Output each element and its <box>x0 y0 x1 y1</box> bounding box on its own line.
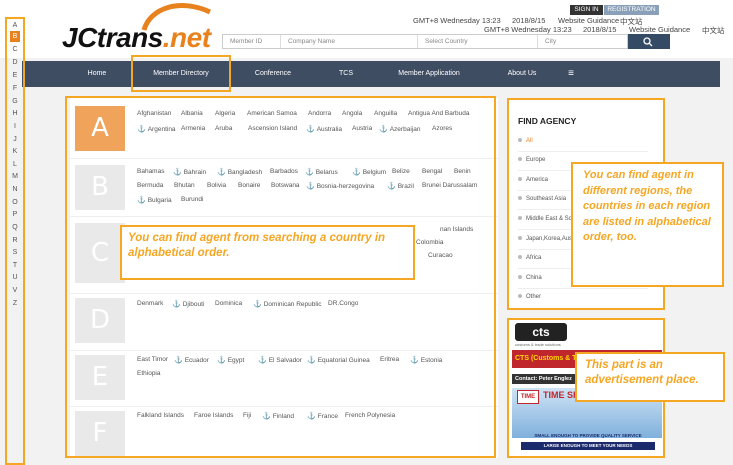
main-navigation: Home Member Directory Conference TCS Mem… <box>22 61 720 87</box>
alphabet-letter-t[interactable]: T <box>10 260 20 271</box>
member-directory-highlight <box>131 55 231 92</box>
alphabet-letter-b[interactable]: B <box>10 31 20 42</box>
company-name-input[interactable]: Company Name <box>281 35 418 48</box>
website-guidance-link[interactable]: Website Guidance <box>558 16 619 25</box>
callout-search: You can find agent from searching a coun… <box>120 225 415 280</box>
alphabet-letter-l[interactable]: L <box>10 159 20 170</box>
menu-icon[interactable]: ≡ <box>564 61 578 87</box>
server-date-duplicate: 2018/8/15 <box>583 25 617 34</box>
member-search-bar: Member ID Company Name Select Country Ci… <box>222 34 628 49</box>
city-input[interactable]: City <box>538 35 628 48</box>
ad-slogan-1: SMALL ENOUGH TO PROVIDE QUALITY SERVICE <box>534 433 642 438</box>
alphabet-letter-n[interactable]: N <box>10 184 20 195</box>
alphabet-letter-j[interactable]: J <box>10 134 20 145</box>
nav-home[interactable]: Home <box>77 61 117 87</box>
alphabet-letter-g[interactable]: G <box>10 96 20 107</box>
time-shipping-logo: TIME <box>517 390 539 404</box>
ad-slogan-2: LARGE ENOUGH TO MEET YOUR NEEDS <box>521 442 655 450</box>
chinese-site-link-duplicate[interactable]: 中文站 <box>702 25 725 36</box>
country-select[interactable]: Select Country <box>418 35 538 48</box>
nav-tcs[interactable]: TCS <box>326 61 366 87</box>
callout-regions: You can find agent in different regions,… <box>571 162 724 287</box>
alphabet-letter-z[interactable]: Z <box>10 298 20 309</box>
registration-button[interactable]: REGISTRATION <box>604 5 659 15</box>
alphabet-letter-u[interactable]: U <box>10 272 20 283</box>
site-logo[interactable]: JCtrans.net <box>62 22 211 54</box>
server-time: GMT+8 Wednesday 13:23 <box>413 16 501 25</box>
alphabet-letter-f[interactable]: F <box>10 83 20 94</box>
alphabet-letter-k[interactable]: K <box>10 146 20 157</box>
alphabet-letter-v[interactable]: V <box>10 285 20 296</box>
alphabet-letter-o[interactable]: O <box>10 197 20 208</box>
alphabet-letter-m[interactable]: M <box>10 171 20 182</box>
alphabet-letter-d[interactable]: D <box>10 57 20 68</box>
sign-in-button[interactable]: SIGN IN <box>570 5 603 15</box>
nav-conference[interactable]: Conference <box>242 61 304 87</box>
website-guidance-link-duplicate[interactable]: Website Guidance <box>629 25 690 34</box>
alphabet-letter-r[interactable]: R <box>10 235 20 246</box>
server-date: 2018/8/15 <box>512 16 546 25</box>
member-id-input[interactable]: Member ID <box>223 35 281 48</box>
alphabet-letter-i[interactable]: I <box>10 121 20 132</box>
search-icon <box>643 37 653 47</box>
server-time-duplicate: GMT+8 Wednesday 13:23 <box>484 25 572 34</box>
callout-ad: This part is an advertisement place. <box>575 352 725 402</box>
nav-member-application[interactable]: Member Application <box>388 61 470 87</box>
alphabet-letter-p[interactable]: P <box>10 209 20 220</box>
alphabet-letter-s[interactable]: S <box>10 247 20 258</box>
cts-tagline: customs & trade solutions <box>515 342 561 347</box>
alphabet-letter-c[interactable]: C <box>10 44 20 55</box>
alphabet-letter-e[interactable]: E <box>10 70 20 81</box>
alphabet-letter-a[interactable]: A <box>10 20 20 31</box>
search-button[interactable] <box>628 34 670 49</box>
cts-logo: cts <box>515 323 567 341</box>
nav-about-us[interactable]: About Us <box>497 61 547 87</box>
alphabet-letter-h[interactable]: H <box>10 108 20 119</box>
alphabet-letter-q[interactable]: Q <box>10 222 20 233</box>
